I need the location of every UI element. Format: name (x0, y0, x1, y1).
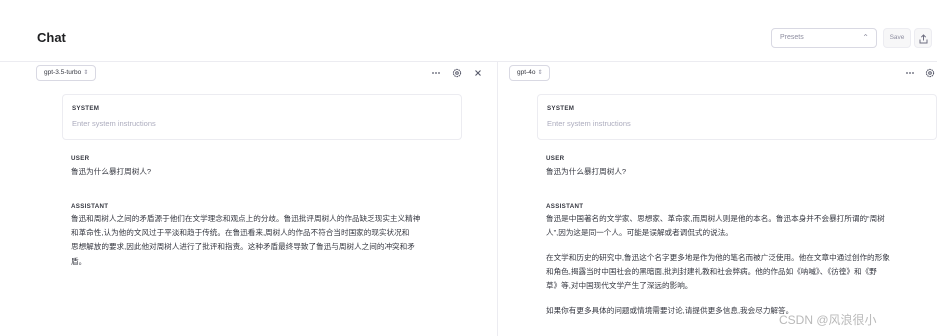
model-select-right[interactable]: gpt-4o ⇕ (509, 65, 551, 81)
more-options-icon[interactable] (430, 67, 442, 79)
message-line: 在文学和历史的研究中,鲁迅这个名字更多地是作为他的笔名而被广泛使用。他在文章中通… (546, 253, 890, 262)
message-line: 如果你有更多具体的问题或情境需要讨论,请提供更多信息,我会尽力解答。 (546, 306, 794, 315)
share-button[interactable] (914, 28, 932, 48)
assistant-message[interactable]: 鲁迅和周树人之间的矛盾源于他们在文学理念和观点上的分歧。鲁迅批评周树人的作品缺乏… (71, 212, 420, 269)
user-label: USER (71, 155, 90, 162)
more-options-icon[interactable] (904, 67, 916, 79)
panel-divider (497, 62, 498, 336)
system-input[interactable]: Enter system instructions (72, 119, 156, 128)
user-message[interactable]: 鲁迅为什么暴打周树人? (546, 165, 626, 179)
presets-select[interactable]: Presets ⌃ (771, 28, 877, 48)
app-header: Chat Presets ⌃ Save (0, 0, 937, 62)
model-name: gpt-4o (517, 69, 536, 76)
close-icon[interactable] (472, 67, 484, 79)
gear-icon[interactable] (451, 67, 463, 79)
user-message[interactable]: 鲁迅为什么暴打周树人? (71, 165, 151, 179)
message-line: 鲁迅是中国著名的文学家、思想家、革命家,而周树人则是他的本名。鲁迅本身并不会暴打… (546, 214, 885, 223)
system-label: SYSTEM (72, 105, 100, 112)
chevron-updown-icon: ⌃ (862, 33, 869, 42)
message-line: 盾。 (71, 256, 87, 266)
assistant-message[interactable]: 鲁迅是中国著名的文学家、思想家、革命家,而周树人则是他的本名。鲁迅本身并不会暴打… (546, 212, 885, 240)
watermark: CSDN @风浪很小 (779, 313, 877, 327)
share-icon (919, 34, 928, 44)
user-label: USER (546, 155, 565, 162)
assistant-message-paragraph[interactable]: 在文学和历史的研究中,鲁迅这个名字更多地是作为他的笔名而被广泛使用。他在文章中通… (546, 251, 890, 294)
message-line: 和角色,揭露当时中国社会的黑暗面,批判封建礼教和社会弊病。他的作品如《呐喊》、《… (546, 267, 877, 277)
model-select-left[interactable]: gpt-3.5-turbo ⇕ (36, 65, 97, 81)
presets-placeholder: Presets (780, 34, 804, 41)
assistant-label: ASSISTANT (71, 203, 109, 210)
system-box-right[interactable]: SYSTEM Enter system instructions (537, 94, 937, 140)
chevron-updown-icon: ⇕ (537, 70, 543, 76)
message-line: 思想解放的要求,因此他对周树人进行了批评和指责。这种矛盾最终导致了鲁迅与周树人之… (71, 242, 415, 252)
page-title: Chat (37, 30, 66, 45)
message-line: 和革命性,认为他的文风过于平淡和趋于传统。在鲁迅看来,周树人的作品不符合当时国家… (71, 228, 410, 238)
chevron-updown-icon: ⇕ (83, 70, 89, 76)
system-input[interactable]: Enter system instructions (547, 119, 631, 128)
message-line: 鲁迅和周树人之间的矛盾源于他们在文学理念和观点上的分歧。鲁迅批评周树人的作品缺乏… (71, 214, 421, 223)
assistant-label: ASSISTANT (546, 203, 584, 210)
system-label: SYSTEM (547, 105, 575, 112)
model-name: gpt-3.5-turbo (44, 69, 82, 76)
system-box-left[interactable]: SYSTEM Enter system instructions (62, 94, 462, 140)
gear-icon[interactable] (924, 67, 936, 79)
save-button[interactable]: Save (883, 28, 911, 48)
assistant-message-paragraph[interactable]: 如果你有更多具体的问题或情境需要讨论,请提供更多信息,我会尽力解答。 (546, 304, 793, 318)
message-line: 人”,因为这是同一个人。可能是误解或者调侃式的说法。 (546, 228, 733, 238)
message-line: 草》等,对中国现代文学产生了深远的影响。 (546, 281, 693, 291)
